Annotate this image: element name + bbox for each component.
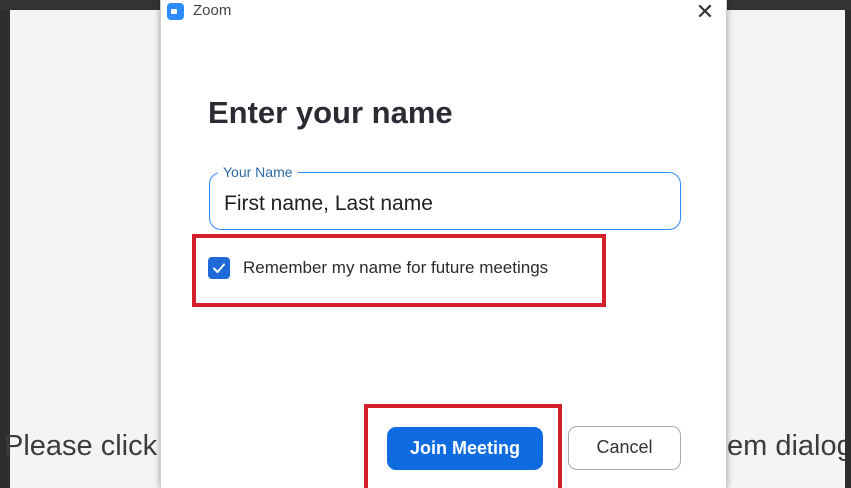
dialog-app-title: Zoom <box>193 2 232 19</box>
close-icon[interactable]: ✕ <box>693 1 717 23</box>
name-field-label: Your Name <box>218 164 298 180</box>
page-title: Enter your name <box>208 95 453 130</box>
zoom-app-icon <box>167 3 184 20</box>
highlight-join-button <box>364 404 562 488</box>
name-input[interactable] <box>224 190 664 218</box>
left-edge <box>0 10 10 488</box>
dialog-titlebar: Zoom ✕ <box>161 0 726 23</box>
cancel-button[interactable]: Cancel <box>568 426 681 470</box>
background-instruction-right: em dialog <box>727 430 845 462</box>
highlight-remember-checkbox <box>192 234 606 307</box>
background-instruction-left: Please click <box>4 430 158 462</box>
right-edge <box>845 10 851 488</box>
